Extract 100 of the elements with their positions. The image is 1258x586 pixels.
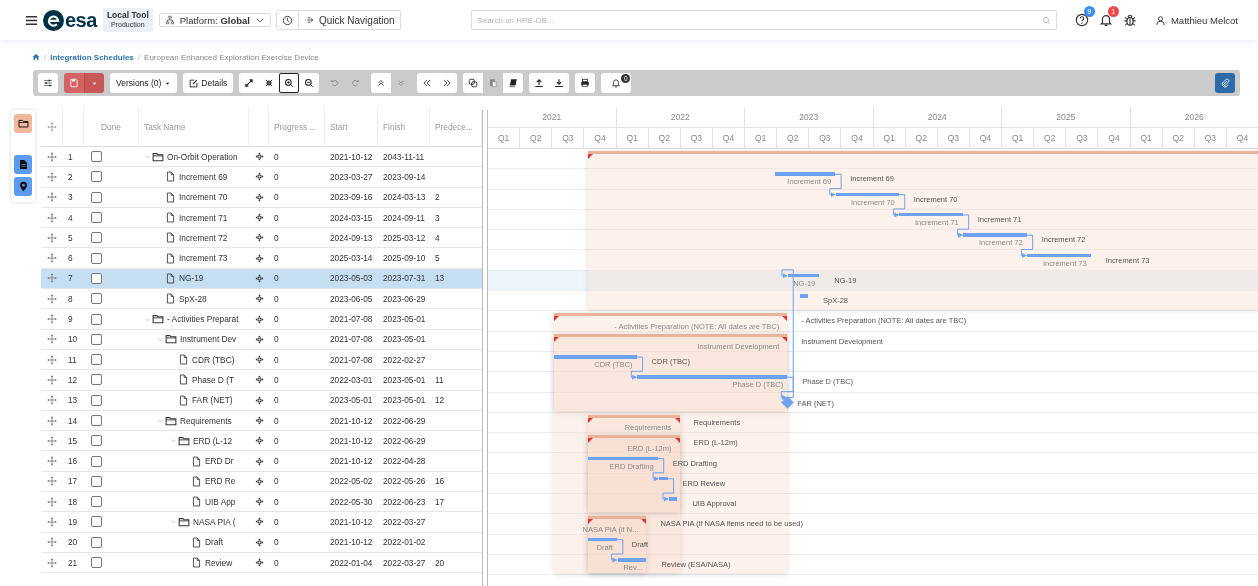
- drag-handle-icon[interactable]: [47, 395, 57, 406]
- task-row[interactable]: 14 Requirements 0 2021-10-12 2022-06-29: [41, 410, 482, 432]
- task-row[interactable]: 19 NASA PIA ( 0 2021-10-12 2022-03-27: [41, 512, 482, 533]
- task-row[interactable]: 21 Review 0 2022-01-04 2022-03-27 20: [41, 552, 482, 574]
- home-icon[interactable]: [32, 53, 40, 61]
- scroll-start-button[interactable]: [417, 73, 438, 93]
- locate-icon[interactable]: [254, 497, 264, 507]
- locate-icon[interactable]: [254, 537, 264, 547]
- settings-sliders-button[interactable]: [38, 73, 58, 93]
- task-row[interactable]: 8 SpX-28 0 2023-06-05 2023-06-29: [41, 289, 482, 310]
- location-view-button[interactable]: [14, 177, 32, 196]
- checkbox[interactable]: [91, 252, 102, 264]
- drag-handle-icon[interactable]: [47, 253, 57, 264]
- breadcrumb-link[interactable]: Integration Schedules: [50, 52, 134, 62]
- locate-icon[interactable]: [254, 476, 264, 486]
- checkbox[interactable]: [91, 272, 102, 284]
- locate-icon[interactable]: [254, 395, 264, 405]
- quick-navigation-button[interactable]: Quick Navigation: [297, 11, 400, 29]
- drag-handle-icon[interactable]: [47, 374, 57, 385]
- task-row[interactable]: 6 Increment 73 0 2025-03-14 2025-09-10 5: [41, 248, 482, 269]
- locate-icon[interactable]: [254, 375, 264, 385]
- save-button[interactable]: [64, 73, 84, 93]
- locate-icon[interactable]: [254, 436, 264, 446]
- zoom-out-button[interactable]: [299, 73, 320, 93]
- checkbox[interactable]: [91, 313, 102, 325]
- drag-handle-icon[interactable]: [47, 314, 57, 324]
- locate-icon[interactable]: [254, 172, 264, 182]
- checkbox[interactable]: [91, 354, 102, 366]
- checkbox[interactable]: [91, 171, 102, 183]
- drag-handle-icon[interactable]: [47, 334, 57, 345]
- checkbox[interactable]: [91, 435, 102, 447]
- book-button[interactable]: [503, 73, 524, 93]
- locate-icon[interactable]: [254, 233, 264, 243]
- folder-view-button[interactable]: [14, 114, 32, 133]
- scroll-end-button[interactable]: [437, 73, 458, 93]
- zoom-in-button[interactable]: [279, 73, 300, 93]
- details-button[interactable]: Details: [183, 73, 234, 93]
- checkbox[interactable]: [91, 496, 102, 508]
- drag-handle-icon[interactable]: [47, 496, 57, 507]
- notification-bell-icon[interactable]: [1098, 13, 1113, 27]
- task-row[interactable]: 2 Increment 69 0 2023-03-27 2023-09-14: [41, 167, 482, 188]
- task-row[interactable]: 1 On-Orbit Operation 0 2021-10-12 2043-11-11: [41, 147, 482, 168]
- checkbox[interactable]: [91, 536, 102, 548]
- print-button[interactable]: [575, 73, 596, 93]
- task-row[interactable]: 20 Draft 0 2021-10-12 2022-01-02: [41, 532, 482, 553]
- expand-button[interactable]: [239, 73, 260, 93]
- user-name[interactable]: Matthieu Melcot: [1170, 14, 1238, 26]
- task-bar[interactable]: [835, 192, 899, 197]
- locate-icon[interactable]: [254, 213, 264, 223]
- task-row[interactable]: 11 CDR (TBC) 0 2021-07-08 2022-02-27: [41, 349, 482, 371]
- locate-icon[interactable]: [254, 558, 264, 568]
- upload-button[interactable]: [529, 73, 550, 93]
- task-row[interactable]: 12 Phase D (T 0 2022-03-01 2023-05-01 11: [41, 370, 482, 391]
- locate-icon[interactable]: [254, 253, 264, 263]
- checkbox[interactable]: [91, 333, 102, 345]
- drag-handle-icon[interactable]: [47, 273, 57, 284]
- drag-handle-icon[interactable]: [47, 212, 57, 223]
- collapse-view-button[interactable]: [259, 73, 280, 93]
- drag-handle-icon[interactable]: [47, 354, 57, 365]
- locate-icon[interactable]: [254, 456, 264, 466]
- checkbox[interactable]: [91, 557, 102, 569]
- task-row[interactable]: 9 - Activities Preparat 0 2021-07-08 2023-05-01: [41, 309, 482, 330]
- drag-handle-icon[interactable]: [47, 537, 57, 548]
- task-bar[interactable]: [899, 212, 963, 217]
- move-up-button[interactable]: [371, 73, 392, 93]
- download-button[interactable]: [549, 73, 570, 93]
- document-view-button[interactable]: [14, 155, 32, 174]
- drag-handle-icon[interactable]: [47, 435, 57, 446]
- task-row[interactable]: 16 ERD Dr 0 2021-10-12 2022-04-28: [41, 451, 482, 472]
- checkbox[interactable]: [91, 212, 102, 224]
- checkbox[interactable]: [91, 151, 102, 163]
- attachment-button[interactable]: [1215, 73, 1235, 93]
- task-row[interactable]: 18 UIB App 0 2022-05-30 2022-06-23 17: [41, 492, 482, 513]
- platform-dropdown[interactable]: Platform: Global: [158, 13, 271, 27]
- drag-handle-icon[interactable]: [47, 456, 57, 467]
- checkbox[interactable]: [91, 475, 102, 487]
- drag-handle-icon[interactable]: [47, 557, 57, 568]
- task-bar[interactable]: [799, 294, 808, 298]
- locate-icon[interactable]: [254, 192, 264, 202]
- drag-handle-icon[interactable]: [47, 415, 57, 426]
- drag-handle-icon[interactable]: [47, 517, 57, 527]
- task-row[interactable]: 7 NG-19 0 2023-05-03 2023-07-31 13: [41, 268, 482, 290]
- drag-handle-icon[interactable]: [47, 232, 57, 243]
- task-row[interactable]: 10 Instrument Dev 0 2021-07-08 2023-05-01: [41, 329, 482, 350]
- checkbox[interactable]: [91, 394, 102, 406]
- help-icon[interactable]: [1074, 13, 1089, 27]
- task-bar[interactable]: [774, 172, 836, 176]
- checkbox[interactable]: [91, 232, 102, 244]
- locate-icon[interactable]: [254, 355, 264, 365]
- task-row[interactable]: 4 Increment 71 0 2024-03-15 2024-09-11 3: [41, 207, 482, 229]
- add-row-icon[interactable]: [46, 121, 57, 132]
- checkbox[interactable]: [91, 516, 102, 528]
- checkbox[interactable]: [91, 191, 102, 203]
- task-row[interactable]: 15 ERD (L-12 0 2021-10-12 2022-06-29: [41, 431, 482, 452]
- checkbox[interactable]: [91, 455, 102, 467]
- search-field[interactable]: Search on HRE-DB...: [470, 10, 1057, 30]
- versions-dropdown[interactable]: Versions (0): [110, 73, 178, 93]
- locate-icon[interactable]: [254, 314, 264, 324]
- copy-button[interactable]: [463, 73, 484, 93]
- checkbox[interactable]: [91, 374, 102, 386]
